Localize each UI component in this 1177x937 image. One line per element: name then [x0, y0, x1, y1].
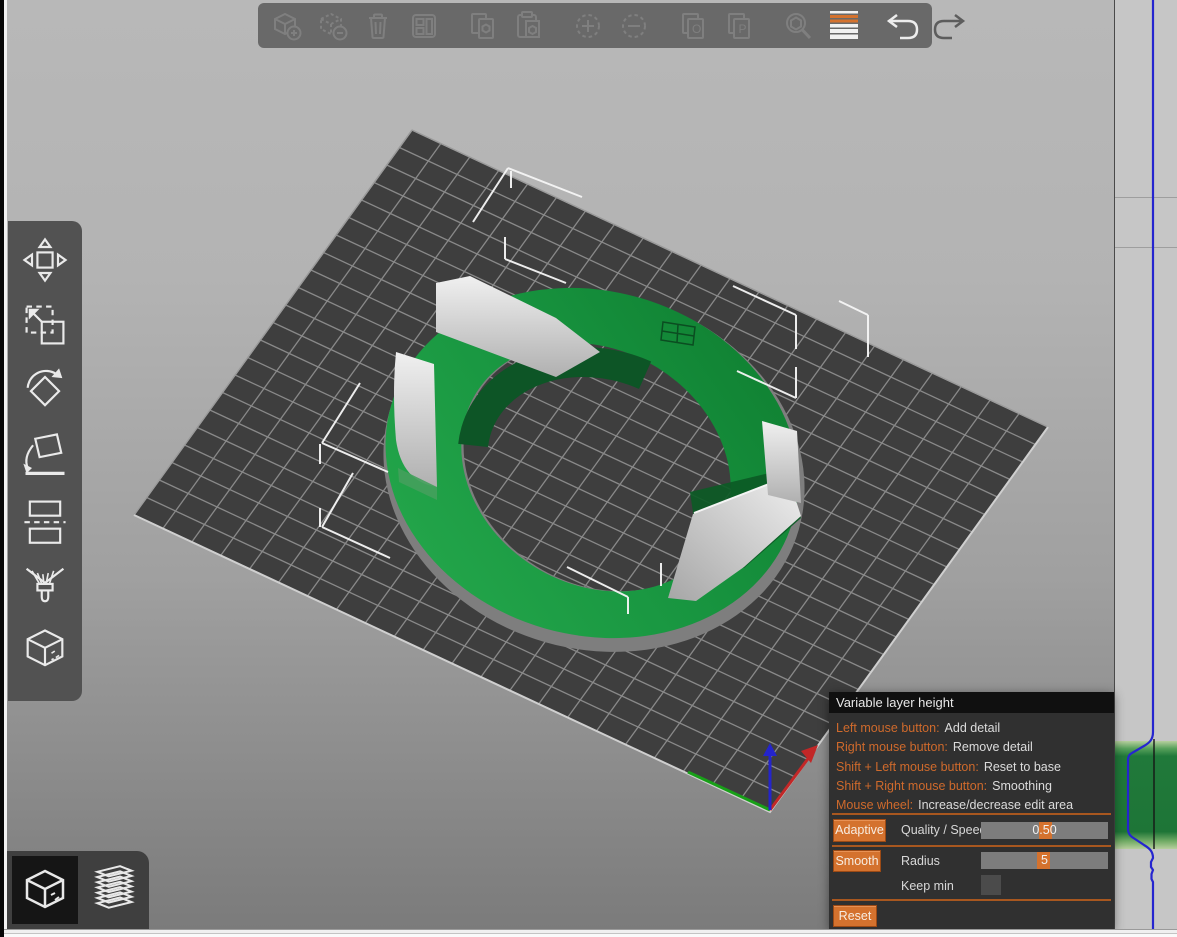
add-instance-icon[interactable]: [568, 6, 608, 46]
svg-text:P: P: [739, 22, 747, 36]
rotate-tool-icon[interactable]: [16, 361, 74, 419]
add-object-icon[interactable]: [266, 6, 306, 46]
top-toolbar: O P: [258, 3, 932, 48]
radius-slider[interactable]: 5: [981, 852, 1108, 869]
smooth-button[interactable]: Smooth: [833, 850, 881, 872]
adaptive-button[interactable]: Adaptive: [833, 819, 886, 842]
hint-value: Add detail: [945, 721, 1001, 735]
panel-divider: [832, 899, 1111, 901]
delete-all-icon[interactable]: [358, 6, 398, 46]
seam-cube-tool-icon[interactable]: [16, 621, 74, 679]
cut-tool-icon[interactable]: [16, 491, 74, 549]
3d-editor-view-icon[interactable]: [12, 856, 78, 924]
keep-min-label: Keep min: [901, 875, 954, 897]
layers-preview-icon[interactable]: [78, 856, 144, 924]
hint-label: Shift + Right mouse button:: [836, 779, 987, 793]
delete-object-icon[interactable]: [312, 6, 352, 46]
window-left-edge-highlight: [4, 0, 7, 929]
arrange-icon[interactable]: [404, 6, 444, 46]
radius-value: 5: [981, 852, 1108, 869]
reset-button[interactable]: Reset: [833, 905, 877, 927]
paste-icon[interactable]: [509, 6, 549, 46]
keep-min-checkbox[interactable]: [981, 875, 1001, 895]
mouse-hints: Left mouse button: Add detail Right mouse…: [836, 719, 1110, 815]
hint-value: Reset to base: [984, 760, 1061, 774]
slicer-window: O P: [0, 0, 1177, 937]
quality-speed-label: Quality / Speed: [901, 819, 986, 842]
hint-label: Shift + Left mouse button:: [836, 760, 979, 774]
search-icon[interactable]: [778, 6, 818, 46]
hint-value: Increase/decrease edit area: [918, 798, 1073, 812]
split-to-objects-icon[interactable]: O: [673, 6, 713, 46]
panel-divider: [832, 813, 1111, 815]
hint-label: Right mouse button:: [836, 740, 948, 754]
hint-value: Smoothing: [992, 779, 1052, 793]
hint-label: Left mouse button:: [836, 721, 940, 735]
model-fin-right[interactable]: [762, 421, 801, 503]
view-mode-switcher: [7, 851, 149, 929]
scale-tool-icon[interactable]: [16, 296, 74, 354]
layer-height-profile-strip[interactable]: [1114, 0, 1177, 929]
hint-label: Mouse wheel:: [836, 798, 913, 812]
paint-tool-icon[interactable]: [16, 556, 74, 614]
undo-icon[interactable]: [883, 6, 923, 46]
radius-label: Radius: [901, 850, 940, 872]
layer-height-curve[interactable]: [1115, 0, 1177, 929]
place-on-face-tool-icon[interactable]: [16, 426, 74, 484]
quality-speed-slider[interactable]: 0.50: [981, 822, 1108, 839]
move-tool-icon[interactable]: [16, 231, 74, 289]
copy-icon[interactable]: [463, 6, 503, 46]
hint-value: Remove detail: [953, 740, 1033, 754]
redo-icon[interactable]: [929, 6, 969, 46]
quality-speed-value: 0.50: [981, 822, 1108, 839]
svg-text:O: O: [692, 22, 701, 36]
variable-layer-height-icon[interactable]: [824, 6, 864, 46]
remove-instance-icon[interactable]: [614, 6, 654, 46]
gizmo-toolbar: [8, 221, 82, 701]
split-to-parts-icon[interactable]: P: [719, 6, 759, 46]
height-profile-curve: [1128, 0, 1153, 929]
panel-title: Variable layer height: [829, 692, 1114, 713]
panel-divider: [832, 845, 1111, 847]
window-bottom-edge: [0, 929, 1177, 937]
variable-layer-height-panel: Variable layer height Left mouse button:…: [829, 692, 1114, 930]
